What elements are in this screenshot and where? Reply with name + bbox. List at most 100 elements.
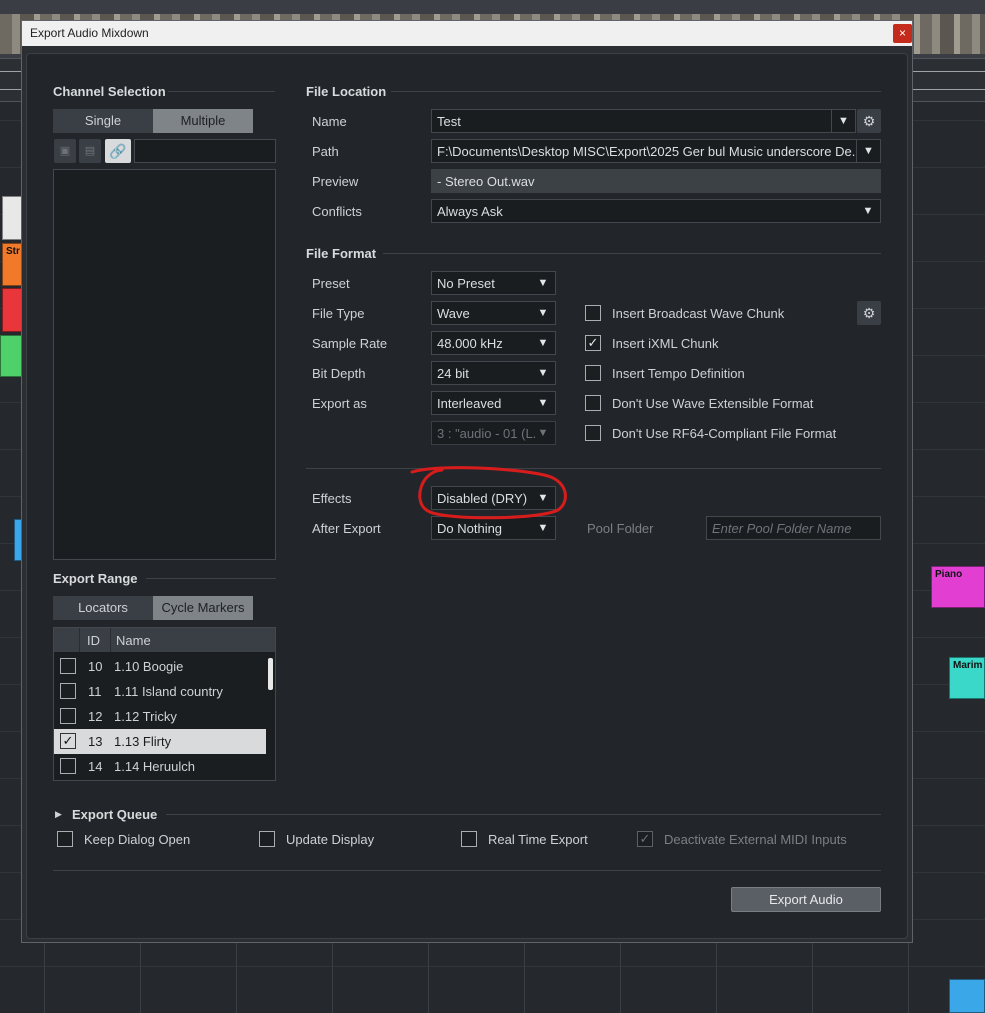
row-checkbox[interactable] [60,708,76,724]
table-scrollbar[interactable] [266,653,275,780]
channel-tree-list[interactable] [53,169,276,560]
export-audio-button[interactable]: Export Audio [731,887,881,912]
channel-search-input[interactable] [134,139,276,163]
after-export-select[interactable]: Do Nothing ▼ [431,516,556,540]
channel-select: 3 : "audio - 01 (L. ▼ [431,421,556,445]
dialog-titlebar[interactable]: Export Audio Mixdown × [22,21,912,46]
expand-arrow-icon[interactable]: ▶ [55,809,62,820]
chevron-down-icon: ▼ [537,522,549,534]
row-checkbox[interactable]: ✓ [60,733,76,749]
chevron-down-icon: ▼ [537,337,549,349]
close-icon[interactable]: × [893,24,912,43]
expand-all-icon[interactable]: ▣ [54,139,76,163]
preset-label: Preset [312,276,350,291]
file-type-select[interactable]: Wave ▼ [431,301,556,325]
gear-icon[interactable]: ⚙ [857,301,881,325]
event-clip[interactable]: Piano [931,566,985,608]
row-checkbox[interactable] [60,658,76,674]
row-name: 1.10 Boogie [114,659,184,674]
table-row[interactable]: 11 1.11 Island country [54,679,266,704]
event-clip[interactable] [0,335,22,377]
gear-icon[interactable]: ⚙ [857,109,881,133]
table-row[interactable]: 10 1.10 Boogie [54,654,266,679]
chevron-down-icon: ▼ [537,367,549,379]
cycle-markers-table: ID Name 10 1.10 Boogie 11 1.11 Island co… [53,627,276,781]
update-display-label: Update Display [286,832,375,847]
table-row[interactable]: 14 1.14 Heruulch [54,754,266,779]
conflicts-select[interactable]: Always Ask ▼ [431,199,881,223]
row-id: 12 [88,709,103,724]
chevron-down-icon[interactable]: ▼ [831,110,855,132]
keep-dialog-open-checkbox[interactable] [57,831,73,847]
chevron-down-icon: ▼ [537,307,549,319]
broadcast-wave-checkbox[interactable] [585,305,601,321]
rf64-checkbox[interactable] [585,425,601,441]
row-name: 1.14 Heruulch [114,759,195,774]
table-header: ID Name [54,628,275,652]
section-divider [306,468,881,469]
row-checkbox[interactable] [60,683,76,699]
row-id: 11 [88,684,102,699]
link-icon[interactable]: 🔗 [105,139,131,163]
tempo-definition-checkbox[interactable] [585,365,601,381]
ixml-chunk-checkbox[interactable]: ✓ [585,335,601,351]
effects-select[interactable]: Disabled (DRY) ▼ [431,486,556,510]
file-format-title: File Format [306,246,377,261]
deactivate-midi-checkbox: ✓ [637,831,653,847]
section-divider [166,814,881,815]
chevron-down-icon: ▼ [537,492,549,504]
channel-selection-title: Channel Selection [53,84,166,99]
scrollbar-thumb[interactable] [268,658,273,690]
export-range-title: Export Range [53,571,138,586]
pool-folder-input[interactable]: Enter Pool Folder Name [706,516,881,540]
real-time-export-checkbox[interactable] [461,831,477,847]
row-id: 13 [88,734,103,749]
ixml-chunk-label: Insert iXML Chunk [612,336,719,351]
dialog-title: Export Audio Mixdown [30,26,149,40]
conflicts-label: Conflicts [312,204,362,219]
name-input[interactable]: Test ▼ [431,109,856,133]
check-column-header [54,628,80,652]
event-clip[interactable]: Marim [949,657,985,699]
update-display-checkbox[interactable] [259,831,275,847]
event-clip[interactable] [2,196,22,240]
multiple-button[interactable]: Multiple [153,109,253,133]
table-row-selected[interactable]: ✓ 13 1.13 Flirty [54,729,266,754]
row-name: 1.12 Tricky [114,709,177,724]
export-as-select[interactable]: Interleaved ▼ [431,391,556,415]
locators-button[interactable]: Locators [53,596,153,620]
row-name: 1.13 Flirty [114,734,172,749]
section-divider [391,91,881,92]
chevron-down-icon: ▼ [537,277,549,289]
event-clip[interactable] [2,288,22,332]
section-divider [168,91,275,92]
export-queue-title[interactable]: Export Queue [72,807,157,822]
pool-folder-label: Pool Folder [587,521,654,536]
tempo-definition-label: Insert Tempo Definition [612,366,745,381]
bit-depth-select[interactable]: 24 bit ▼ [431,361,556,385]
sample-rate-label: Sample Rate [312,336,388,351]
preview-field: - Stereo Out.wav [431,169,881,193]
event-clip[interactable] [949,979,985,1013]
deactivate-midi-label: Deactivate External MIDI Inputs [664,832,847,847]
sample-rate-select[interactable]: 48.000 kHz ▼ [431,331,556,355]
section-divider [146,578,276,579]
chevron-down-icon[interactable]: ▼ [856,140,880,162]
row-id: 14 [88,759,103,774]
row-checkbox[interactable] [60,758,76,774]
path-field[interactable]: F:\Documents\Desktop MISC\Export\2025 Ge… [431,139,881,163]
preset-select[interactable]: No Preset ▼ [431,271,556,295]
file-location-title: File Location [306,84,387,99]
table-row[interactable]: 12 1.12 Tricky [54,704,266,729]
wave-extensible-label: Don't Use Wave Extensible Format [612,396,814,411]
chevron-down-icon: ▼ [537,397,549,409]
event-clip[interactable]: Str [2,243,22,286]
real-time-export-label: Real Time Export [488,832,588,847]
single-button[interactable]: Single [53,109,153,133]
collapse-all-icon[interactable]: ▤ [79,139,101,163]
id-column-header: ID [87,633,100,648]
wave-extensible-checkbox[interactable] [585,395,601,411]
cycle-markers-button[interactable]: Cycle Markers [153,596,253,620]
bit-depth-label: Bit Depth [312,366,366,381]
path-label: Path [312,144,339,159]
